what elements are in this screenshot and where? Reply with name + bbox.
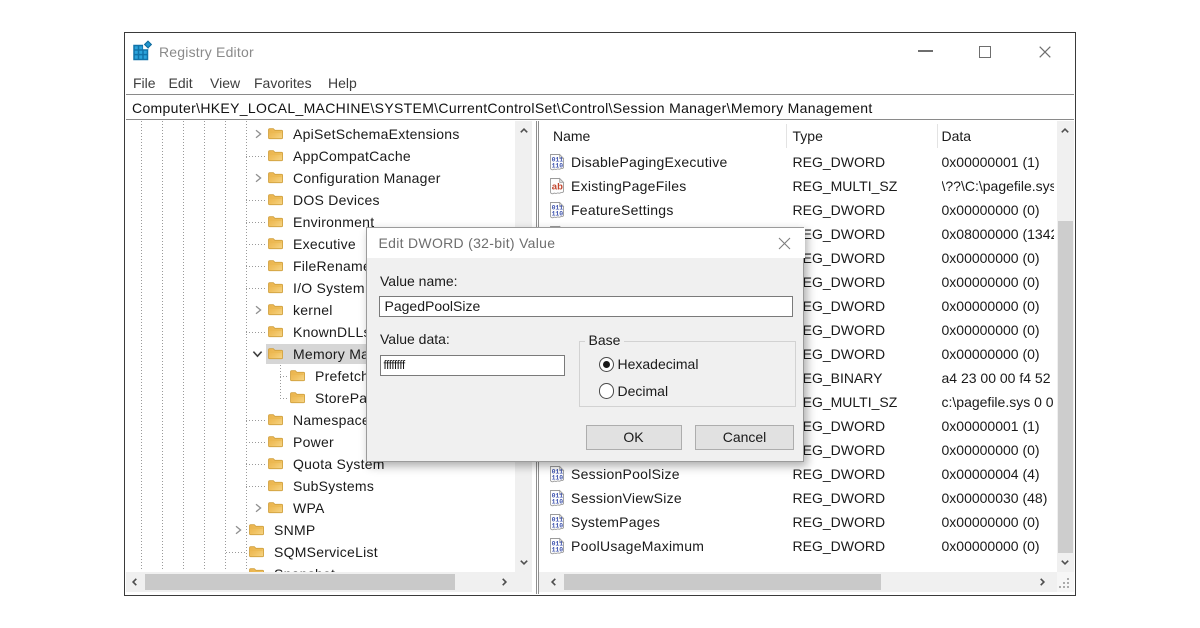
svg-text:110: 110: [552, 498, 564, 505]
svg-text:110: 110: [552, 162, 564, 169]
svg-text:110: 110: [552, 546, 564, 553]
svg-text:110: 110: [552, 210, 564, 217]
svg-text:110: 110: [552, 474, 564, 481]
svg-text:ab: ab: [552, 182, 563, 193]
svg-text:110: 110: [552, 522, 564, 529]
